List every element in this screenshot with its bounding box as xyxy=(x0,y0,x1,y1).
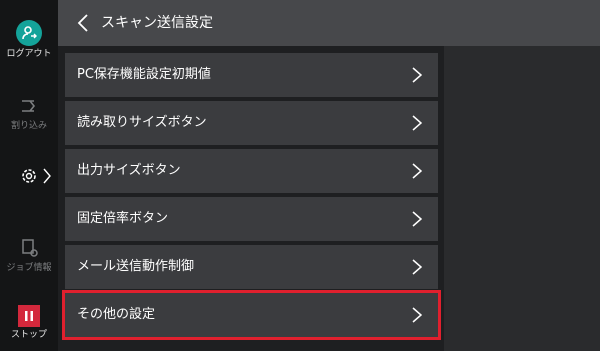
logout-label: ログアウト xyxy=(6,49,52,59)
list-item-email-send-control[interactable]: メール送信動作制御 xyxy=(65,245,438,289)
list-item-label: メール送信動作制御 xyxy=(77,259,195,274)
header-bar: スキャン送信設定 xyxy=(58,0,600,46)
job-info-icon xyxy=(16,236,42,260)
list-item-pc-save-defaults[interactable]: PC保存機能設定初期値 xyxy=(65,53,438,97)
back-chevron-icon[interactable] xyxy=(72,11,96,35)
right-panel xyxy=(444,46,600,351)
logout-button[interactable]: ログアウト xyxy=(0,20,58,60)
list-item-scan-size-button[interactable]: 読み取りサイズボタン xyxy=(65,101,438,145)
chevron-right-icon xyxy=(412,307,422,323)
settings-button[interactable] xyxy=(0,162,58,190)
list-item-label: 出力サイズボタン xyxy=(77,163,181,178)
list-item-label: 固定倍率ボタン xyxy=(77,211,169,226)
list-item-label: その他の設定 xyxy=(77,307,156,322)
list-item-label: 読み取りサイズボタン xyxy=(77,115,207,130)
chevron-right-icon xyxy=(412,259,422,275)
list-item-output-size-button[interactable]: 出力サイズボタン xyxy=(65,149,438,193)
chevron-right-icon xyxy=(412,163,422,179)
list-item-label: PC保存機能設定初期値 xyxy=(77,67,211,82)
chevron-right-icon xyxy=(412,115,422,131)
stop-button[interactable]: ストップ xyxy=(0,305,58,341)
settings-list: PC保存機能設定初期値 読み取りサイズボタン 出力サイズボタン 固定倍率ボタン … xyxy=(62,53,441,341)
job-info-button[interactable]: ジョブ情報 xyxy=(0,236,58,274)
list-item-fixed-zoom-button[interactable]: 固定倍率ボタン xyxy=(65,197,438,241)
interrupt-button[interactable]: 割り込み xyxy=(0,94,58,132)
page-title: スキャン送信設定 xyxy=(101,15,213,31)
stop-icon xyxy=(18,305,40,327)
chevron-right-icon xyxy=(412,67,422,83)
interrupt-label: 割り込み xyxy=(10,121,47,131)
sidebar: ログアウト 割り込み ジョブ情報 ストップ xyxy=(0,0,58,351)
stop-label: ストップ xyxy=(10,330,47,340)
gear-icon xyxy=(22,169,36,183)
user-icon xyxy=(16,20,42,46)
chevron-right-icon xyxy=(43,168,51,184)
job-info-label: ジョブ情報 xyxy=(6,263,52,273)
interrupt-icon xyxy=(16,94,42,118)
list-item-other-settings[interactable]: その他の設定 xyxy=(62,290,441,340)
chevron-right-icon xyxy=(412,211,422,227)
